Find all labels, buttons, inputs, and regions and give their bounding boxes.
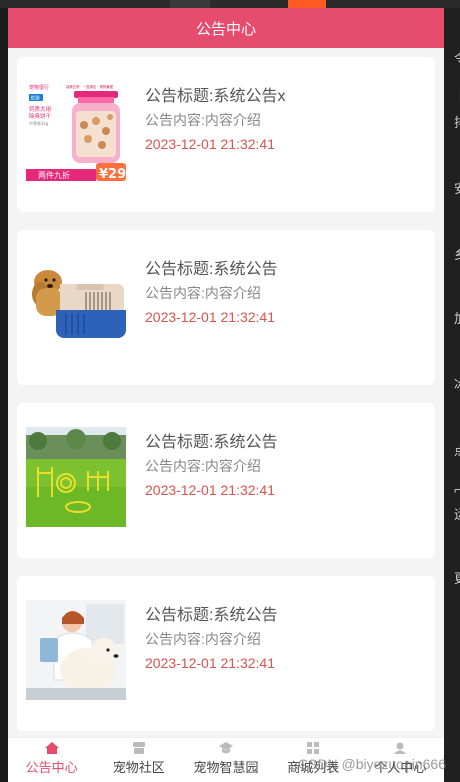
notice-list: 宠物很行 高蛋白质 · 一盒搞定 · 狗狗最爱 优测 钙质犬用 除臭饼干 中营装…	[8, 48, 444, 731]
grid-icon	[307, 742, 320, 754]
notice-time: 2023-12-01 21:32:41	[145, 655, 275, 671]
notice-title: 公告标题:系统公告x	[145, 88, 286, 105]
side-char: 令	[454, 48, 460, 67]
community-icon	[132, 742, 145, 754]
tab-notice-center[interactable]: 公告中心	[8, 738, 95, 782]
phone-screen: 公告中心 宠物很行 高蛋白质 · 一盒搞定 · 狗狗最爱 优测 钙质犬用 除臭饼…	[8, 8, 444, 782]
side-char: 运	[454, 504, 460, 523]
tab-label: 公告中心	[25, 760, 78, 775]
notice-time: 2023-12-01 21:32:41	[145, 136, 275, 152]
tab-pet-community[interactable]: 宠物社区	[95, 738, 182, 782]
svg-text:除臭饼干: 除臭饼干	[29, 112, 52, 120]
notice-time: 2023-12-01 21:32:41	[145, 309, 275, 325]
side-char: 更	[454, 568, 460, 587]
home-icon	[44, 742, 59, 754]
treat-jar-icon: 宠物很行 高蛋白质 · 一盒搞定 · 狗狗最爱 优测 钙质犬用 除臭饼干 中营装…	[26, 81, 126, 181]
jar-tags: 高蛋白质 · 一盒搞定 · 狗狗最爱	[66, 84, 114, 89]
side-char: 安	[454, 178, 460, 197]
side-char: 点	[454, 440, 460, 459]
jar-price: ¥29	[99, 167, 126, 181]
side-char: 加	[454, 308, 460, 327]
notice-card[interactable]: 宠物很行 高蛋白质 · 一盒搞定 · 狗狗最爱 优测 钙质犬用 除臭饼干 中营装…	[17, 57, 435, 212]
notice-title: 公告标题:系统公告	[145, 607, 278, 624]
tab-label: 宠物社区	[112, 760, 165, 775]
svg-text:钙质犬用: 钙质犬用	[29, 105, 51, 113]
tab-pet-smart-park[interactable]: 宠物智慧园	[182, 738, 269, 782]
side-char: 冰	[454, 374, 460, 393]
window-tab-dark	[170, 0, 210, 8]
notice-card[interactable]: 公告标题:系统公告 公告内容:内容介绍 2023-12-01 21:32:41	[17, 230, 435, 385]
dog-agility-field-icon	[26, 427, 126, 527]
window-tab-orange	[288, 0, 326, 8]
vet-with-dog-icon	[26, 600, 126, 700]
notice-title: 公告标题:系统公告	[145, 261, 278, 278]
notice-card[interactable]: 公告标题:系统公告 公告内容:内容介绍 2023-12-01 21:32:41	[17, 403, 435, 558]
tab-label: 宠物智慧园	[193, 760, 259, 775]
notice-desc: 公告内容:内容介绍	[145, 285, 261, 301]
page-header: 公告中心	[8, 8, 444, 48]
side-char: 排	[454, 112, 460, 131]
page-title: 公告中心	[195, 20, 256, 38]
side-char: ⌐	[454, 482, 460, 497]
notice-desc: 公告内容:内容介绍	[145, 112, 261, 128]
user-icon	[394, 742, 407, 754]
side-char: 丨	[454, 86, 460, 105]
window-top-bar	[0, 0, 460, 8]
notice-time: 2023-12-01 21:32:41	[145, 482, 275, 498]
background-window-edge: 令 丨 排 安 乡 加 冰 点 ⌐ 运 更	[444, 8, 460, 782]
notice-desc: 公告内容:内容介绍	[145, 458, 261, 474]
graduation-icon	[219, 742, 233, 754]
jar-weight: 中营装3kg	[29, 120, 49, 126]
side-char: 乡	[454, 244, 460, 263]
watermark: CSDN @biyezuopin666	[297, 756, 446, 772]
notice-title: 公告标题:系统公告	[145, 434, 278, 451]
jar-brand: 优测	[31, 95, 40, 102]
pet-carrier-icon	[26, 254, 126, 354]
jar-top-label: 宠物很行	[29, 84, 49, 91]
notice-card[interactable]: 公告标题:系统公告 公告内容:内容介绍 2023-12-01 21:32:41	[17, 576, 435, 731]
jar-banner: 两件九折	[38, 170, 70, 180]
notice-desc: 公告内容:内容介绍	[145, 631, 261, 647]
